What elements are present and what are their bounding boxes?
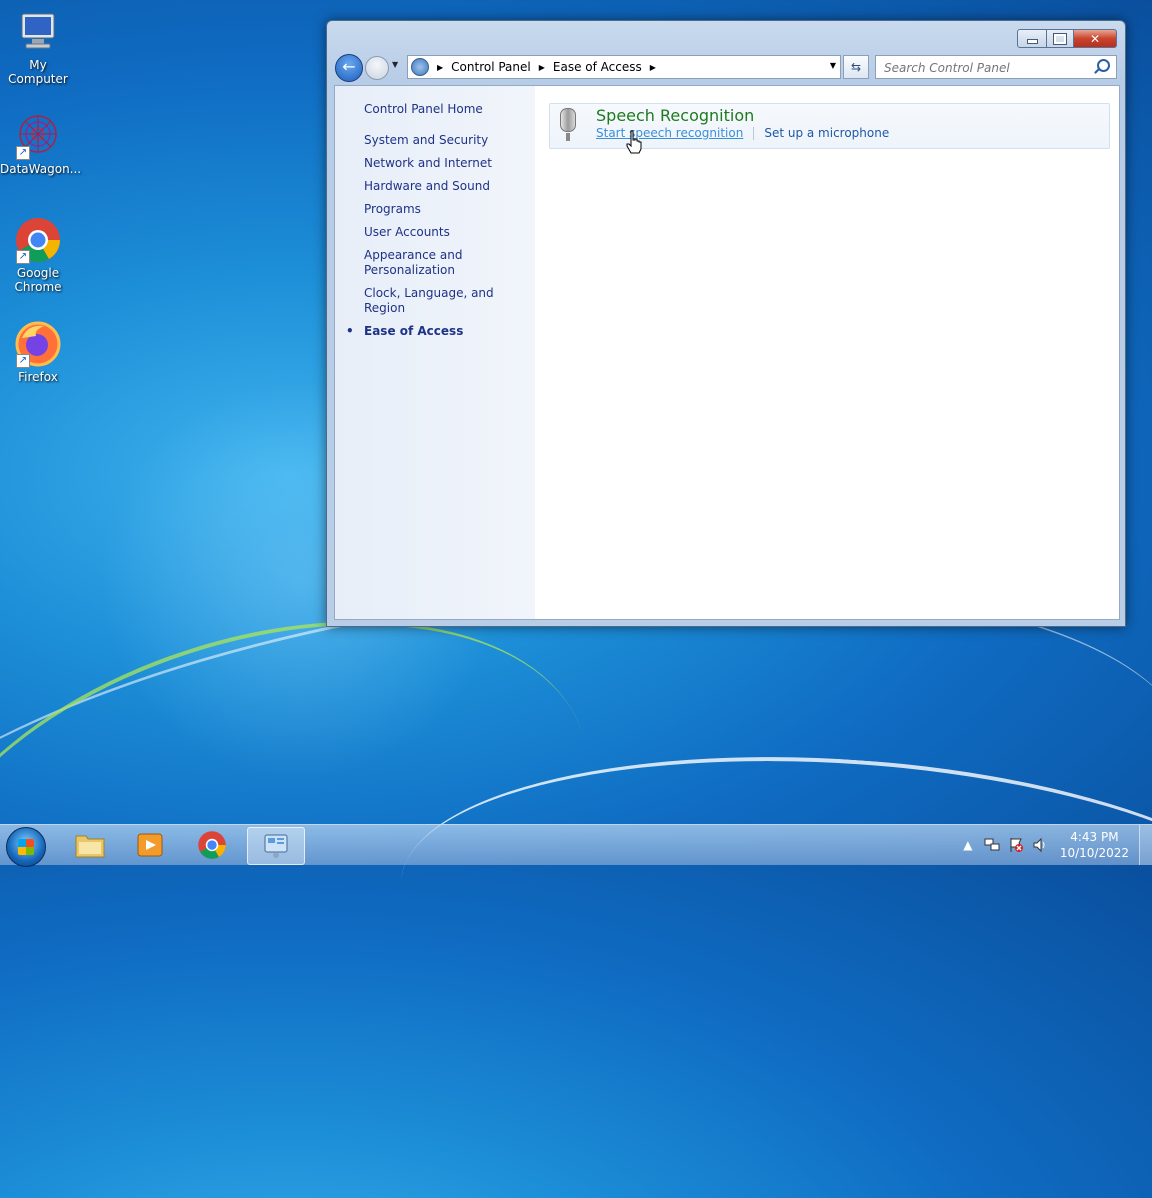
taskbar: ▲ 4:43 PM 10/10/2022 bbox=[0, 824, 1152, 867]
refresh-icon: ⇆ bbox=[850, 60, 862, 74]
control-panel-icon bbox=[411, 58, 429, 76]
breadcrumb-label: Control Panel bbox=[451, 60, 531, 74]
left-navigation-pane: Control Panel Home System and Security N… bbox=[335, 86, 535, 619]
maximize-button[interactable] bbox=[1047, 29, 1074, 48]
start-button[interactable] bbox=[6, 827, 46, 867]
desktop-icon-firefox[interactable]: ↗ Firefox bbox=[0, 320, 76, 384]
breadcrumb-label: Ease of Access bbox=[552, 60, 642, 74]
network-icon[interactable] bbox=[983, 837, 1001, 853]
navigation-bar: ← ▼ ▶ Control Panel ▶ Ease of Access ▶ ▼ ⇆ bbox=[335, 54, 1117, 82]
system-tray: ▲ 4:43 PM 10/10/2022 bbox=[956, 825, 1152, 865]
arrow-left-icon: ← bbox=[342, 57, 356, 76]
set-up-microphone-link[interactable]: Set up a microphone bbox=[764, 126, 889, 140]
shortcut-arrow-icon: ↗ bbox=[16, 250, 30, 264]
desktop-icon-label: Firefox bbox=[18, 370, 58, 384]
category-list: System and Security Network and Internet… bbox=[335, 133, 535, 339]
firefox-icon: ↗ bbox=[14, 320, 62, 368]
clock-date: 10/10/2022 bbox=[1059, 846, 1129, 860]
breadcrumb-item-control-panel[interactable]: Control Panel ▶ bbox=[451, 60, 553, 74]
start-speech-recognition-link[interactable]: Start speech recognition bbox=[596, 126, 743, 140]
taskbar-chrome-button[interactable] bbox=[184, 827, 240, 863]
chevron-down-icon: ▼ bbox=[392, 60, 399, 69]
show-hidden-icons-icon[interactable]: ▲ bbox=[959, 837, 977, 853]
nav-item-appearance-and-personalization[interactable]: Appearance and Personalization bbox=[364, 248, 529, 278]
caption-buttons: ✕ bbox=[1017, 29, 1117, 48]
taskbar-control-panel-button[interactable] bbox=[247, 827, 305, 865]
taskbar-explorer-button[interactable] bbox=[62, 827, 118, 863]
control-panel-icon bbox=[264, 834, 288, 858]
media-player-icon bbox=[137, 833, 163, 857]
main-pane: Speech Recognition Start speech recognit… bbox=[535, 86, 1119, 619]
datawagon-icon: ↗ bbox=[14, 112, 62, 160]
back-button[interactable]: ← bbox=[335, 54, 363, 82]
close-icon: ✕ bbox=[1089, 31, 1101, 46]
address-dropdown-icon[interactable]: ▼ bbox=[830, 61, 836, 70]
link-divider bbox=[753, 126, 755, 140]
hand-pointer-cursor-icon bbox=[626, 130, 642, 154]
nav-item-network-and-internet[interactable]: Network and Internet bbox=[364, 156, 529, 171]
maximize-icon bbox=[1053, 32, 1067, 45]
nav-item-programs[interactable]: Programs bbox=[364, 202, 529, 217]
control-panel-window: ✕ ← ▼ ▶ Control Panel ▶ Ease of Access ▶ ▼… bbox=[326, 20, 1126, 627]
taskbar-media-player-button[interactable] bbox=[122, 827, 178, 863]
action-center-flag-icon[interactable] bbox=[1007, 837, 1025, 853]
search-input[interactable] bbox=[882, 58, 1086, 78]
nav-item-hardware-and-sound[interactable]: Hardware and Sound bbox=[364, 179, 529, 194]
desktop-icon-my-computer[interactable]: My Computer bbox=[0, 8, 76, 86]
breadcrumb-separator-icon[interactable]: ▶ bbox=[650, 63, 656, 72]
desktop-icon-google-chrome[interactable]: ↗ Google Chrome bbox=[0, 216, 76, 294]
nav-item-user-accounts[interactable]: User Accounts bbox=[364, 225, 529, 240]
volume-icon[interactable] bbox=[1031, 837, 1049, 853]
clock[interactable]: 4:43 PM 10/10/2022 bbox=[1060, 829, 1129, 861]
microphone-icon bbox=[560, 108, 576, 141]
show-desktop-button[interactable] bbox=[1139, 825, 1152, 865]
computer-icon bbox=[14, 8, 62, 56]
clock-time: 4:43 PM bbox=[1070, 830, 1119, 844]
breadcrumb-separator-icon: ▶ bbox=[437, 62, 444, 72]
search-icon[interactable] bbox=[1097, 59, 1110, 72]
forward-button[interactable] bbox=[365, 56, 389, 80]
breadcrumb-item-ease-of-access[interactable]: Ease of Access ▶ bbox=[553, 60, 664, 74]
nav-item-clock-language-and-region[interactable]: Clock, Language, and Region bbox=[364, 286, 529, 316]
nav-item-ease-of-access-current: Ease of Access bbox=[346, 324, 529, 339]
chrome-icon: ↗ bbox=[14, 216, 62, 264]
control-panel-home-link[interactable]: Control Panel Home bbox=[364, 102, 535, 116]
recent-pages-button[interactable]: ▼ bbox=[392, 60, 398, 69]
desktop-icon-label: My Computer bbox=[8, 58, 68, 86]
desktop-icon-datawagon[interactable]: ↗ DataWagon... bbox=[0, 112, 82, 176]
minimize-button[interactable] bbox=[1017, 29, 1047, 48]
shortcut-arrow-icon: ↗ bbox=[16, 146, 30, 160]
category-title[interactable]: Speech Recognition bbox=[596, 106, 754, 125]
chrome-icon bbox=[198, 831, 226, 859]
address-bar[interactable]: ▶ Control Panel ▶ Ease of Access ▶ ▼ bbox=[407, 55, 841, 79]
desktop-icon-label: DataWagon... bbox=[0, 162, 82, 176]
close-button[interactable]: ✕ bbox=[1074, 29, 1117, 48]
nav-item-system-and-security[interactable]: System and Security bbox=[364, 133, 529, 148]
content-area: Control Panel Home System and Security N… bbox=[334, 85, 1120, 620]
refresh-button[interactable]: ⇆ bbox=[843, 55, 869, 79]
breadcrumb-separator-icon[interactable]: ▶ bbox=[539, 63, 545, 72]
desktop-icon-label: Google Chrome bbox=[14, 266, 62, 294]
minimize-icon bbox=[1026, 39, 1038, 44]
folder-icon bbox=[75, 835, 105, 858]
shortcut-arrow-icon: ↗ bbox=[16, 354, 30, 368]
search-box bbox=[875, 55, 1117, 79]
